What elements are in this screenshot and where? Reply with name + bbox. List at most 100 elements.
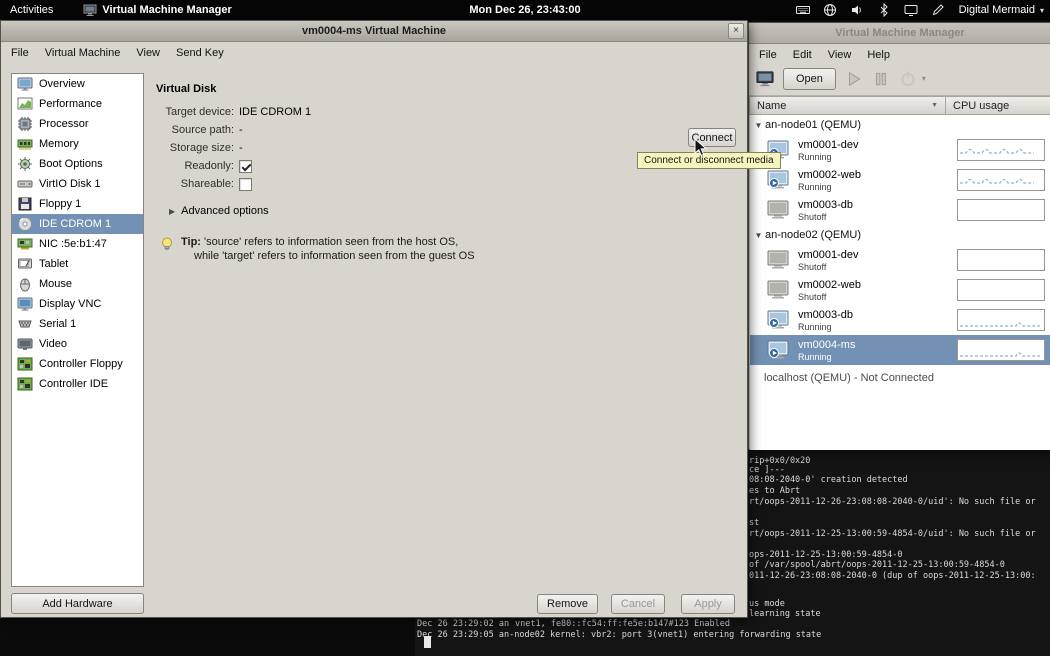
field-label: Readonly: — [184, 160, 234, 172]
hardware-item-performance[interactable]: Performance — [12, 94, 143, 114]
shutdown-menu-caret-icon[interactable]: ▾ — [922, 74, 926, 83]
hardware-item-mouse[interactable]: Mouse — [12, 274, 143, 294]
vmm-title: Virtual Machine Manager — [835, 27, 965, 39]
terminal-line: rt/oops-2011-12-25-13:00:59-4854-0/uid':… — [749, 529, 1036, 539]
dialog-title: vm0004-ms Virtual Machine — [301, 25, 447, 37]
hardware-item-controller-ide[interactable]: Controller IDE — [12, 374, 143, 394]
vm-row-vm0001-dev[interactable]: vm0001-dev Running — [750, 135, 1050, 165]
cancel-button[interactable]: Cancel — [611, 594, 665, 614]
vm-row-vm0002-web[interactable]: vm0002-web Running — [750, 165, 1050, 195]
overview-icon — [17, 76, 33, 92]
activities-button[interactable]: Activities — [10, 4, 53, 16]
disk-icon — [17, 176, 33, 192]
field-label: Source path: — [171, 124, 234, 136]
keyboard-icon[interactable] — [795, 3, 810, 17]
cpu-usage-sparkline — [957, 309, 1045, 331]
expander-triangle-icon: ▶ — [169, 206, 176, 216]
boot-icon — [17, 156, 33, 172]
user-menu[interactable]: Digital Mermaid ▾ — [959, 4, 1044, 16]
host-label: localhost (QEMU) - Not Connected — [764, 372, 934, 384]
vmm-titlebar[interactable]: Virtual Machine Manager — [749, 23, 1050, 44]
tip-label: Tip: — [181, 236, 201, 248]
display-icon[interactable] — [904, 3, 918, 17]
bluetooth-icon[interactable] — [877, 3, 891, 17]
field-value: - — [239, 124, 243, 136]
run-vm-icon[interactable] — [845, 70, 863, 88]
hardware-item-memory[interactable]: Memory — [12, 134, 143, 154]
readonly-checkbox[interactable] — [239, 159, 252, 173]
network-icon[interactable] — [823, 3, 837, 17]
expander-icon[interactable]: ▼ — [752, 231, 765, 240]
pen-icon[interactable] — [931, 3, 945, 17]
field-label: Target device: — [165, 106, 234, 118]
hardware-item-nic-5e-b1-47[interactable]: NIC :5e:b1:47 — [12, 234, 143, 254]
tip-note: Tip: 'source' refers to information seen… — [151, 235, 711, 263]
hardware-item-ide-cdrom-1[interactable]: IDE CDROM 1 — [12, 214, 143, 234]
vm-name: vm0003-db — [798, 309, 854, 321]
dialog-menu-send-key[interactable]: Send Key — [168, 45, 232, 61]
vmm-menu-view[interactable]: View — [820, 47, 860, 63]
hardware-item-virtio-disk-1[interactable]: VirtIO Disk 1 — [12, 174, 143, 194]
field-label: Storage size: — [169, 142, 234, 154]
vm-row-vm0001-dev[interactable]: vm0001-dev Shutoff — [750, 245, 1050, 275]
shutdown-vm-icon[interactable] — [899, 70, 917, 88]
host-label: an-node01 (QEMU) — [765, 119, 861, 131]
dialog-menu-virtual-machine[interactable]: Virtual Machine — [37, 45, 129, 61]
open-button[interactable]: Open — [783, 67, 836, 90]
hardware-item-overview[interactable]: Overview — [12, 74, 143, 94]
hardware-item-tablet[interactable]: Tablet — [12, 254, 143, 274]
vm-row-vm0003-db[interactable]: vm0003-db Shutoff — [750, 195, 1050, 225]
cpu-column-header[interactable]: CPU usage — [946, 96, 1050, 115]
hardware-item-processor[interactable]: Processor — [12, 114, 143, 134]
floppy-icon — [17, 196, 33, 212]
focused-window-button[interactable]: Virtual Machine Manager — [83, 3, 232, 17]
cpu-usage-sparkline — [957, 199, 1045, 221]
hardware-item-label: Video — [39, 338, 67, 350]
vm-list: ▼ an-node01 (QEMU) vm0001-dev Running vm0002… — [750, 115, 1050, 450]
hardware-item-boot-options[interactable]: Boot Options — [12, 154, 143, 174]
expander-icon[interactable]: ▼ — [752, 121, 765, 130]
shareable-checkbox[interactable] — [239, 177, 252, 191]
dialog-titlebar[interactable]: vm0004-ms Virtual Machine × — [1, 21, 747, 42]
hardware-item-floppy-1[interactable]: Floppy 1 — [12, 194, 143, 214]
vm-row-vm0004-ms[interactable]: vm0004-ms Running — [750, 335, 1050, 365]
close-button[interactable]: × — [728, 23, 744, 39]
hardware-item-controller-floppy[interactable]: Controller Floppy — [12, 354, 143, 374]
advanced-options-label: Advanced options — [181, 205, 269, 217]
vmm-menu-file[interactable]: File — [751, 47, 785, 63]
vm-row-vm0003-db[interactable]: vm0003-db Running — [750, 305, 1050, 335]
remove-button[interactable]: Remove — [537, 594, 598, 614]
hardware-item-video[interactable]: Video — [12, 334, 143, 354]
vm-status: Shutoff — [798, 262, 827, 272]
dialog-menu-view[interactable]: View — [128, 45, 168, 61]
advanced-options-expander[interactable]: ▶ Advanced options — [169, 205, 711, 217]
tooltip: Connect or disconnect media — [637, 152, 781, 169]
volume-icon[interactable] — [850, 3, 864, 17]
host-row-disconnected[interactable]: localhost (QEMU) - Not Connected — [750, 370, 1050, 386]
vm-row-vm0002-web[interactable]: vm0002-web Shutoff — [750, 275, 1050, 305]
pause-vm-icon[interactable] — [872, 70, 890, 88]
controller-icon — [17, 376, 33, 392]
hardware-item-label: VirtIO Disk 1 — [39, 178, 101, 190]
memory-icon — [17, 136, 33, 152]
vmm-menu-edit[interactable]: Edit — [785, 47, 820, 63]
dialog-menu-file[interactable]: File — [3, 45, 37, 61]
mouse-cursor — [694, 138, 708, 157]
terminal-line: ops-2011-12-25-13:00:59-4854-0 — [749, 550, 903, 560]
terminal-line: us mode — [749, 599, 785, 609]
hardware-item-display-vnc[interactable]: Display VNC — [12, 294, 143, 314]
new-vm-icon[interactable] — [756, 70, 774, 88]
clock[interactable]: Mon Dec 26, 23:43:00 — [469, 4, 580, 16]
name-column-header[interactable]: Name ▼ — [749, 96, 946, 115]
apply-button[interactable]: Apply — [681, 594, 735, 614]
host-row[interactable]: ▼ an-node01 (QEMU) — [750, 115, 1050, 135]
vmm-menu-help[interactable]: Help — [859, 47, 898, 63]
hardware-item-label: Controller Floppy — [39, 358, 123, 370]
vm-name: vm0001-dev — [798, 249, 859, 261]
hardware-item-label: Tablet — [39, 258, 69, 270]
hardware-item-serial-1[interactable]: Serial 1 — [12, 314, 143, 334]
add-hardware-button[interactable]: Add Hardware — [11, 593, 144, 614]
hardware-item-label: Boot Options — [39, 158, 103, 170]
vm-name: vm0004-ms — [798, 339, 856, 351]
host-row[interactable]: ▼ an-node02 (QEMU) — [750, 225, 1050, 245]
